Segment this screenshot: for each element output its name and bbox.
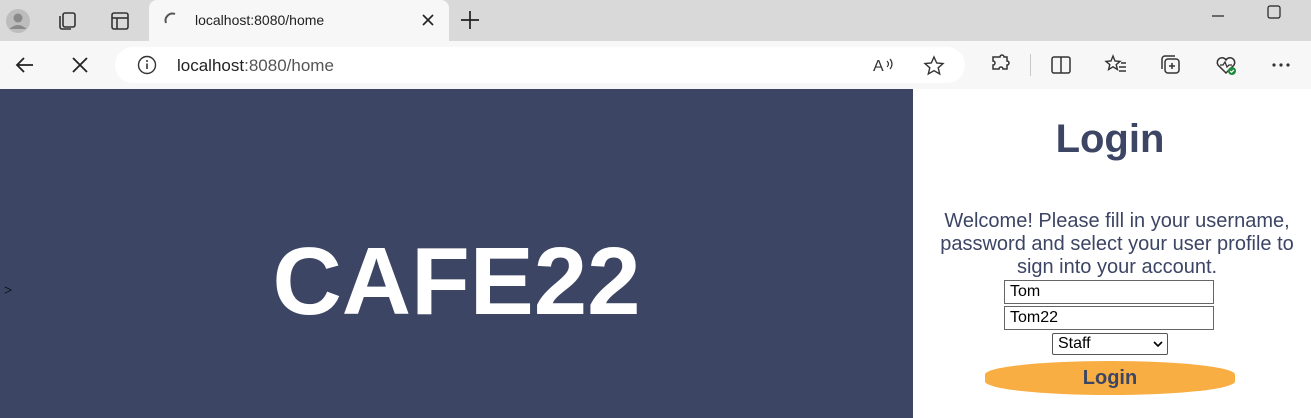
collections-tabs-icon[interactable] [54,8,80,34]
more-menu-icon[interactable] [1269,53,1293,77]
tab-actions-icon[interactable] [107,8,133,34]
loading-spinner-icon [164,12,176,24]
profile-select-value: Staff [1058,335,1091,352]
brand-panel: > CAFE22 [0,89,913,418]
extensions-puzzle-icon[interactable] [988,53,1012,77]
tab-strip: localhost:8080/home [0,0,1311,41]
tab-title: localhost:8080/home [195,12,325,28]
login-panel: Login Welcome! Please fill in your usern… [913,89,1311,418]
close-tab-icon[interactable] [419,11,437,29]
chevron-down-icon [1153,341,1163,348]
collections-icon[interactable] [1159,53,1183,77]
profile-select[interactable]: Staff [1052,333,1168,355]
toolbar-separator [1030,54,1031,76]
browser-toolbar: localhost:8080/home A [0,41,1311,90]
svg-text:A: A [873,58,884,75]
tab-active[interactable]: localhost:8080/home [149,0,449,41]
new-tab-icon[interactable] [459,9,481,31]
favorites-list-icon[interactable] [1104,53,1128,77]
read-aloud-icon[interactable]: A [873,55,895,75]
minimize-window-icon[interactable] [1210,4,1226,20]
address-bar[interactable]: localhost:8080/home A [115,47,965,83]
brand-title: CAFE22 [272,228,641,335]
site-info-icon[interactable] [137,55,157,75]
username-field[interactable]: Tom [1004,280,1214,304]
url-host: localhost [177,56,245,75]
favorite-star-icon[interactable] [923,55,945,77]
url-text[interactable]: localhost:8080/home [177,56,334,76]
profile-avatar-icon[interactable] [5,8,31,34]
login-button[interactable]: Login [985,361,1235,395]
url-path: :8080/home [244,56,334,75]
stop-loading-icon[interactable] [68,53,92,77]
welcome-text: Welcome! Please fill in your username, p… [940,210,1294,278]
maximize-window-icon[interactable] [1266,4,1282,20]
back-arrow-icon[interactable] [13,53,37,77]
login-heading: Login [1055,117,1165,161]
split-screen-icon[interactable] [1049,53,1073,77]
password-field[interactable]: Tom22 [1004,306,1214,330]
browser-essentials-icon[interactable] [1214,53,1238,77]
